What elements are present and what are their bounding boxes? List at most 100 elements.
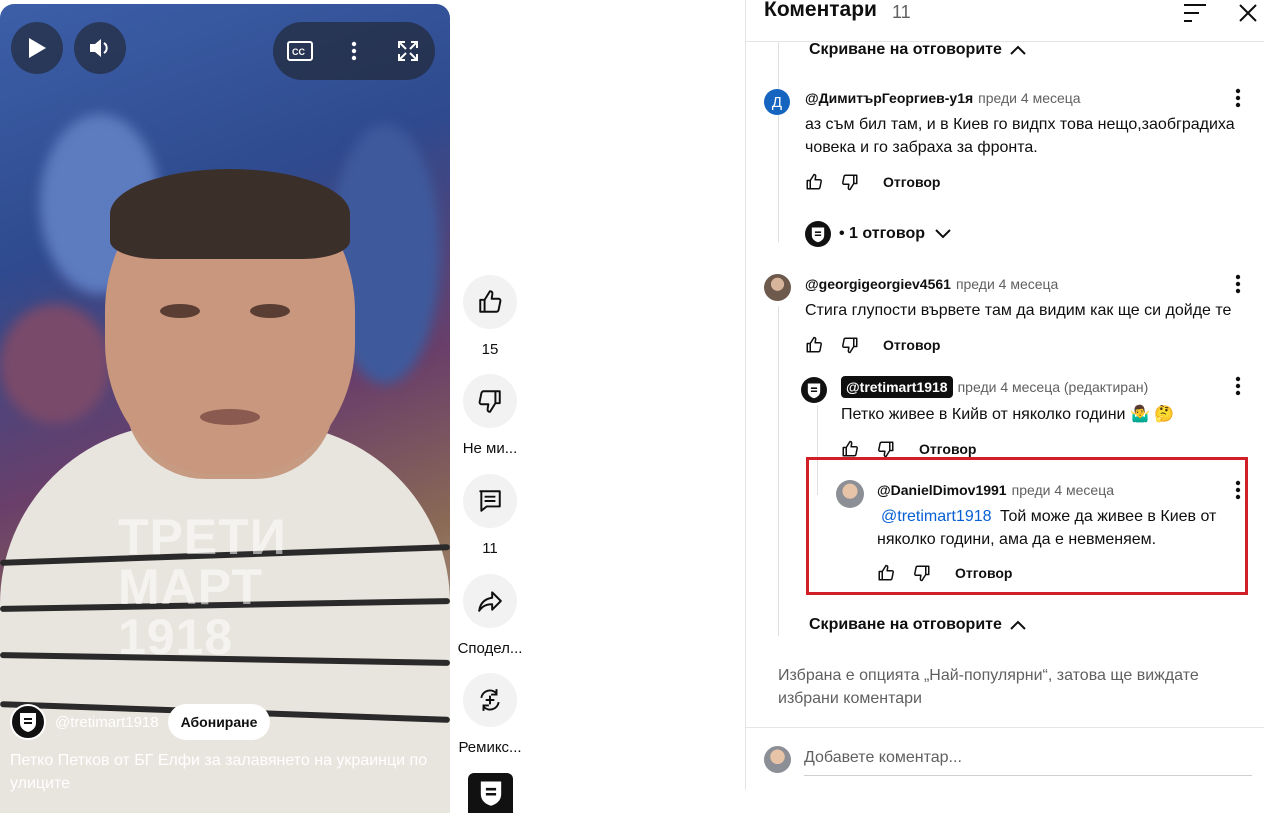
comment-time[interactable]: преди 4 месеца (редактиран) xyxy=(958,379,1149,395)
thumbs-down-icon xyxy=(914,565,930,582)
presenter-figure xyxy=(0,4,450,813)
like-action: 15 xyxy=(455,275,525,358)
avatar[interactable] xyxy=(801,377,827,403)
avatar[interactable] xyxy=(836,480,864,508)
remix-button[interactable] xyxy=(463,673,517,727)
comment-time[interactable]: преди 4 месеца xyxy=(978,90,1080,106)
comment-author[interactable]: @georgigeorgiev4561 xyxy=(805,276,951,292)
more-vert-icon xyxy=(1235,376,1241,396)
comment-like-button[interactable] xyxy=(805,333,831,357)
channel-name[interactable]: @tretimart1918 xyxy=(55,714,159,731)
thumbs-up-icon xyxy=(878,564,894,581)
more-options-button[interactable] xyxy=(327,22,381,80)
channel-row: @tretimart1918 Абониране xyxy=(10,704,271,740)
dislike-button[interactable] xyxy=(463,374,517,428)
more-vert-icon xyxy=(1235,88,1241,108)
comments-count: 11 xyxy=(482,540,498,557)
comment-dislike-button[interactable] xyxy=(841,170,867,194)
comment-dislike-button[interactable] xyxy=(841,333,867,357)
comment-like-button[interactable] xyxy=(805,170,831,194)
close-icon xyxy=(1239,4,1257,22)
fullscreen-button[interactable] xyxy=(381,22,435,80)
reply-button[interactable]: Отговор xyxy=(883,174,940,190)
thumbs-down-icon xyxy=(878,441,894,458)
like-count: 15 xyxy=(481,341,499,358)
fullscreen-icon xyxy=(398,41,418,61)
comment-actions: Отговор xyxy=(805,170,940,194)
subscribe-button[interactable]: Абониране xyxy=(167,704,271,740)
hide-replies-label: Скриване на отговорите xyxy=(809,41,1002,58)
sort-icon xyxy=(1184,4,1206,22)
comment-icon xyxy=(479,490,501,512)
comment-dislike-button[interactable] xyxy=(913,561,939,585)
comment-text: Петко живее в Кийв от няколко години 🤷‍♂… xyxy=(841,406,1175,423)
share-button[interactable] xyxy=(463,574,517,628)
replies-summary: • 1 отговор xyxy=(839,225,925,242)
sort-button[interactable] xyxy=(1180,0,1210,26)
sort-note: Избрана е опцията „Най-популярни“, затов… xyxy=(778,667,1199,707)
current-user-avatar xyxy=(764,746,791,773)
share-icon xyxy=(478,591,502,612)
mention-link[interactable]: @tretimart1918 xyxy=(881,508,992,525)
reply-button[interactable]: Отговор xyxy=(883,337,940,353)
comment-author[interactable]: @DanielDimov1991 xyxy=(877,482,1007,498)
comment-menu-button[interactable] xyxy=(1228,373,1248,399)
svg-text:CC: CC xyxy=(292,47,305,57)
comments-header: Коментари 11 xyxy=(746,0,1264,42)
creator-avatar xyxy=(805,221,831,247)
volume-icon xyxy=(90,39,108,57)
dislike-label: Не ми... xyxy=(462,440,518,457)
reply-button[interactable]: Отговор xyxy=(919,441,976,457)
channel-avatar[interactable] xyxy=(10,704,46,740)
like-button[interactable] xyxy=(463,275,517,329)
remix-label: Ремикс... xyxy=(458,739,522,756)
comment-text: Стига глупости вървете там да видим как … xyxy=(805,302,1232,319)
avatar[interactable] xyxy=(764,274,791,301)
remix-action: Ремикс... xyxy=(455,673,525,756)
remix-icon xyxy=(480,689,500,711)
channel-watermark: ТРЕТИ МАРТ 1918 xyxy=(118,509,287,665)
comment-actions: Отговор xyxy=(877,561,1012,585)
comment-like-button[interactable] xyxy=(877,561,903,585)
more-vert-icon xyxy=(1235,274,1241,294)
comments-title: Коментари xyxy=(764,0,877,21)
close-button[interactable] xyxy=(1233,0,1263,26)
play-icon xyxy=(29,38,46,58)
add-comment-bar: Добавете коментар... xyxy=(746,727,1264,790)
comments-button[interactable] xyxy=(463,474,517,528)
thumbs-down-icon xyxy=(842,174,858,191)
comment-header: @tretimart1918 преди 4 месеца (редактира… xyxy=(841,376,1148,398)
captions-button[interactable]: CC xyxy=(273,22,327,80)
view-replies-button[interactable]: • 1 отговор xyxy=(805,221,951,247)
volume-button[interactable] xyxy=(74,22,126,74)
avatar[interactable]: Д xyxy=(764,89,790,115)
video-title[interactable]: Петко Петков от БГ Елфи за залавянето на… xyxy=(10,749,440,795)
share-action: Сподел... xyxy=(455,574,525,657)
comment-menu-button[interactable] xyxy=(1228,271,1248,297)
comment-time[interactable]: преди 4 месеца xyxy=(956,276,1058,292)
comment-header: @ДимитърГеоргиев-у1я преди 4 месеца xyxy=(805,90,1081,106)
comment-menu-button[interactable] xyxy=(1228,85,1248,111)
hide-replies-button[interactable]: Скриване на отговорите xyxy=(809,616,1026,634)
comments-action: 11 xyxy=(455,474,525,557)
hide-replies-button[interactable]: Скриване на отговорите xyxy=(809,41,1026,59)
thread-line xyxy=(778,42,779,242)
crest-icon xyxy=(20,713,36,732)
comment-header: @DanielDimov1991 преди 4 месеца xyxy=(877,482,1114,498)
comment-header: @georgigeorgiev4561 преди 4 месеца xyxy=(805,276,1058,292)
play-button[interactable] xyxy=(11,22,63,74)
comment-author[interactable]: @ДимитърГеоргиев-у1я xyxy=(805,90,973,106)
video-player[interactable]: ТРЕТИ МАРТ 1918 CC @tretimart1918 Абонир… xyxy=(0,4,450,813)
comment-time[interactable]: преди 4 месеца xyxy=(1012,482,1114,498)
thumbs-up-icon xyxy=(842,440,858,457)
comment-menu-button[interactable] xyxy=(1228,477,1248,503)
comment-actions: Отговор xyxy=(805,333,940,357)
reply-button[interactable]: Отговор xyxy=(955,565,1012,581)
add-comment-input[interactable]: Добавете коментар... xyxy=(804,746,1252,776)
thumbs-up-icon xyxy=(479,290,502,313)
comments-count-header: 11 xyxy=(892,2,911,22)
crest-icon xyxy=(811,227,825,242)
audio-thumbnail[interactable] xyxy=(468,773,513,813)
creator-author-badge[interactable]: @tretimart1918 xyxy=(841,376,953,398)
thumbs-up-icon xyxy=(806,173,822,190)
